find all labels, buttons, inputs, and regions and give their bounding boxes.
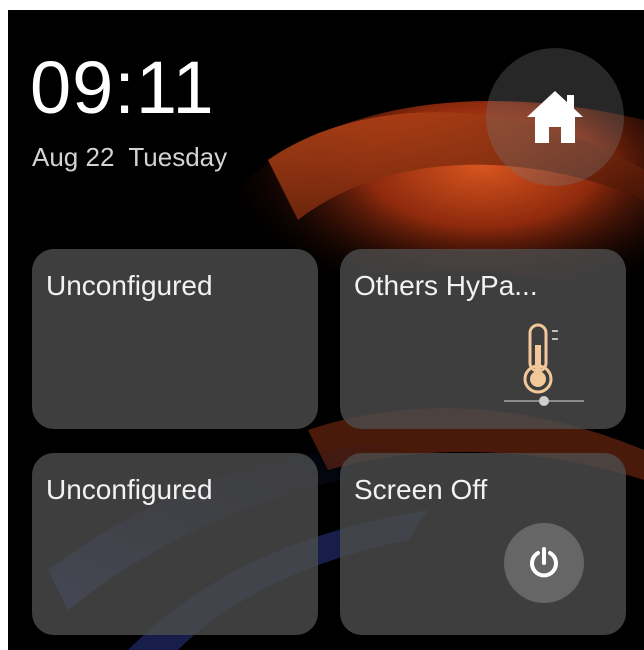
home-icon [527,91,583,143]
device-screen: 09:11 Aug 22 Tuesday Unconfigured Others… [8,10,644,650]
thermometer-icon [504,323,584,406]
tile-label: Unconfigured [46,270,213,301]
home-button[interactable] [486,48,624,186]
power-button[interactable] [504,523,584,603]
tile-unconfigured-1[interactable]: Unconfigured [32,249,318,429]
power-icon [530,547,558,578]
clock-date: Aug 22 Tuesday [32,142,228,172]
tile-label: Others HyPa... [354,270,538,301]
tile-label: Screen Off [354,474,488,505]
clock-time: 09:11 [30,46,215,129]
tile-others-hypanel[interactable]: Others HyPa... [340,249,626,429]
tile-unconfigured-2[interactable]: Unconfigured [32,453,318,635]
tile-screen-off[interactable]: Screen Off [340,453,626,635]
tile-label: Unconfigured [46,474,213,505]
